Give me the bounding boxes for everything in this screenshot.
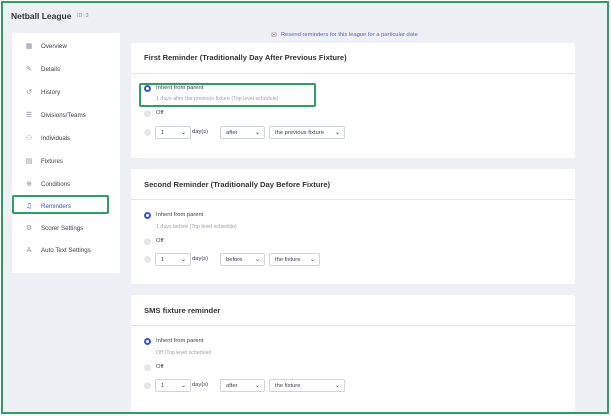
sidebar-item-history[interactable]: ↺ History [16,83,116,101]
sidebar-item-auto-text-settings[interactable]: A Auto Text Settings [16,241,116,259]
card-title: Second Reminder (Traditionally Day Befor… [144,180,331,189]
league-id: ID: 3 [77,13,89,19]
app-frame: Netball League ID: 3 ▦ Overview ✎ Detail… [1,1,609,414]
inherit-radio[interactable] [144,338,151,345]
day-count-value: 1 [161,129,165,136]
off-radio[interactable] [144,364,151,371]
day-count-value: 1 [161,256,165,263]
relation-select[interactable]: after ⌄ [220,126,265,139]
unit-label: day(s) [192,382,209,388]
relation-value: before [226,256,243,263]
users-icon: ⚇ [25,134,33,142]
cogs-icon: ⚙ [25,224,33,232]
relation-select[interactable]: before ⌄ [220,253,265,266]
inherit-label: Inherit from parent [156,338,204,344]
sidebar-item-fixtures[interactable]: ▤ Fixtures [16,152,116,170]
off-radio[interactable] [144,110,151,117]
anchor-select[interactable]: the fixture ⌄ [269,379,345,392]
chevron-down-icon: ⌄ [334,129,340,136]
sidebar-item-scorer-settings[interactable]: ⚙ Scorer Settings [16,219,116,237]
anchor-value: the fixture [275,382,301,389]
pencil-icon: ✎ [26,65,32,73]
sidebar-item-details[interactable]: ✎ Details [16,60,116,78]
chevron-down-icon: ⌄ [254,382,260,389]
sidebar-item-label: Reminders [41,202,71,210]
inherit-schedule-note: 1 days before (Top level schedule) [156,224,237,230]
inherit-label: Inherit from parent [156,212,204,218]
sidebar-item-divisions-teams[interactable]: ☰ Divisions/Teams [16,106,116,124]
text-icon: A [26,246,32,254]
inherit-radio[interactable] [144,85,151,92]
anchor-select[interactable]: the fixture ⌄ [269,253,320,266]
sidebar-item-label: Fixtures [41,157,64,165]
relation-value: after [226,382,238,389]
sidebar-item-reminders[interactable]: ♫ Reminders [16,197,116,215]
resend-reminders-link[interactable]: ✉ Resend reminders for this league for a… [271,31,418,39]
sidebar-item-label: Conditions [41,180,71,188]
top-bar: Netball League ID: 3 [3,3,607,29]
inherit-radio[interactable] [144,212,151,219]
custom-radio[interactable] [144,382,151,389]
day-count-select[interactable]: 1 ⌄ [155,253,191,266]
day-count-select[interactable]: 1 ⌄ [155,126,191,139]
chevron-down-icon: ⌄ [334,382,340,389]
sidebar-item-label: Overview [41,42,67,50]
list-icon: ☰ [25,111,33,119]
sidebar-item-label: Auto Text Settings [41,246,91,254]
sidebar-item-label: Scorer Settings [41,224,84,232]
anchor-value: the fixture [275,256,301,263]
bell-icon: ♫ [25,202,33,210]
chevron-down-icon: ⌄ [254,129,260,136]
anchor-value: the previous fixture [275,129,324,136]
off-label: Off [156,238,164,244]
calendar-icon: ▤ [25,157,33,165]
chevron-down-icon: ⌄ [180,129,186,136]
resend-reminders-label: Resend reminders for this league for a p… [280,32,418,38]
chevron-down-icon: ⌄ [180,256,186,263]
day-count-select[interactable]: 1 ⌄ [155,379,191,392]
anchor-select[interactable]: the previous fixture ⌄ [269,126,345,139]
sidebar: ▦ Overview ✎ Details ↺ History ☰ Divisio… [12,33,120,273]
grid-icon: ▦ [25,42,33,50]
sidebar-item-label: Details [41,65,60,73]
send-icon: ✉ [271,31,277,39]
off-label: Off [156,110,164,116]
sidebar-item-label: History [41,88,61,96]
sidebar-item-overview[interactable]: ▦ Overview [16,37,116,55]
card-title: SMS fixture reminder [144,306,221,315]
inherit-label: Inherit from parent [156,85,204,91]
inherit-schedule-note: Off (Top level schedule) [156,350,212,356]
chevron-down-icon: ⌄ [254,256,260,263]
sidebar-item-label: Individuals [41,134,71,142]
relation-value: after [226,129,238,136]
card-divider [131,199,575,200]
custom-radio[interactable] [144,129,151,136]
first-reminder-card: First Reminder (Traditionally Day After … [131,43,575,158]
settings-icon: ⊕ [26,180,32,188]
off-radio[interactable] [144,238,151,245]
day-count-value: 1 [161,382,165,389]
unit-label: day(s) [192,129,209,135]
card-divider [131,325,575,326]
custom-radio[interactable] [144,256,151,263]
sidebar-item-label: Divisions/Teams [41,111,86,119]
card-divider [131,73,575,74]
relation-select[interactable]: after ⌄ [220,379,265,392]
sidebar-item-conditions[interactable]: ⊕ Conditions [16,175,116,193]
off-label: Off [156,364,164,370]
card-title: First Reminder (Traditionally Day After … [144,53,347,62]
sms-reminder-card: SMS fixture reminder Inherit from parent… [131,295,575,412]
chevron-down-icon: ⌄ [180,382,186,389]
league-title: Netball League [11,11,72,21]
history-icon: ↺ [26,88,32,96]
unit-label: day(s) [192,256,209,262]
second-reminder-card: Second Reminder (Traditionally Day Befor… [131,169,575,284]
sidebar-item-individuals[interactable]: ⚇ Individuals [16,129,116,147]
inherit-schedule-note: 1 days after the previous fixture (Top l… [156,96,279,102]
chevron-down-icon: ⌄ [309,256,315,263]
